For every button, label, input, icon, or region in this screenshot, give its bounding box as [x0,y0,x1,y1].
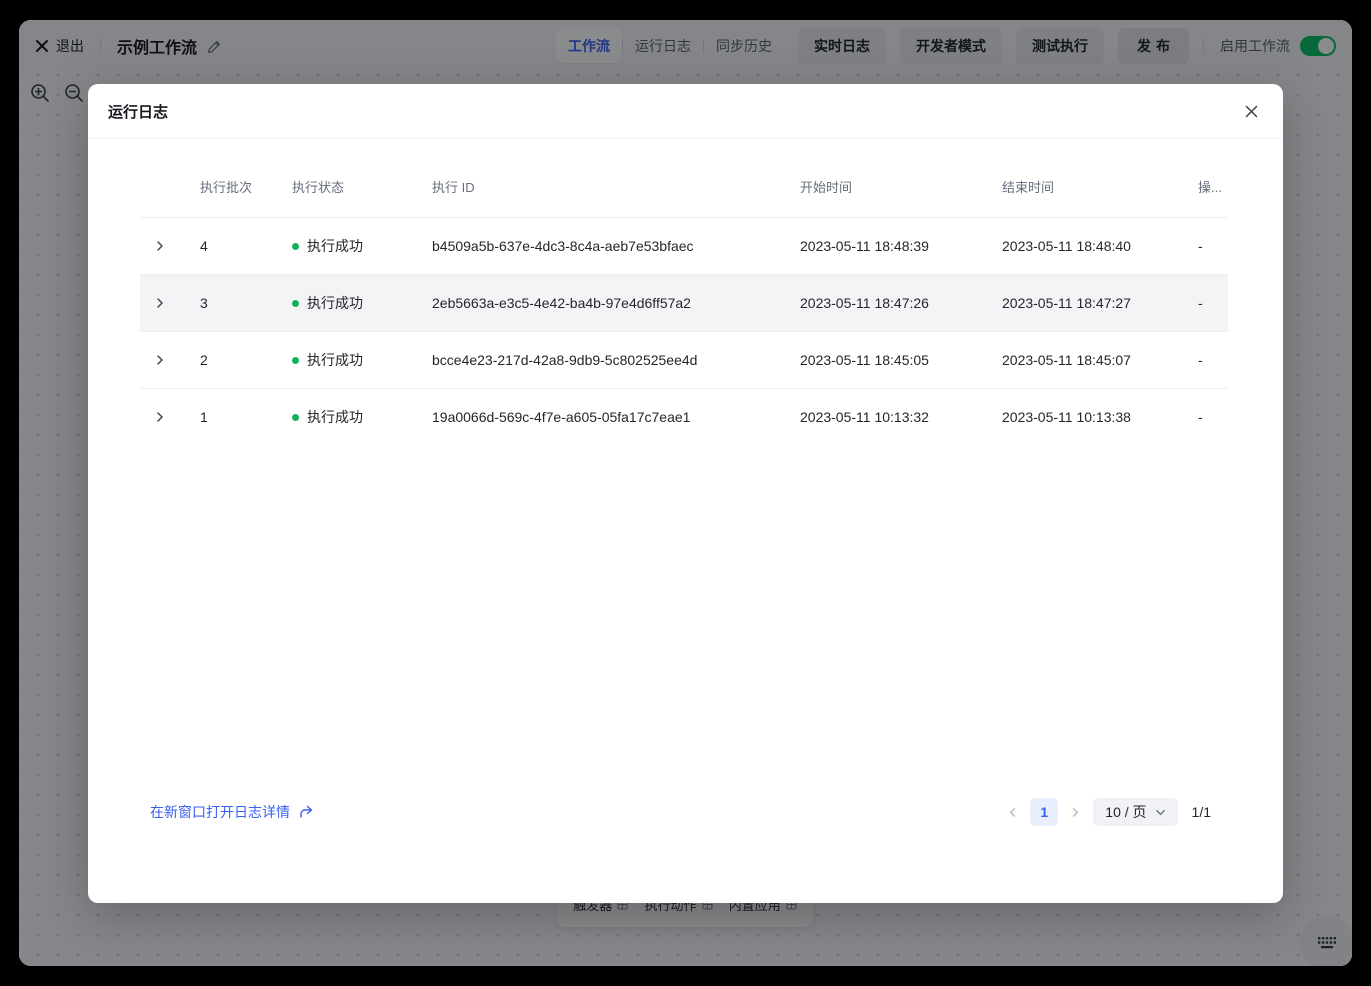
cell-batch: 3 [188,295,280,311]
cell-start-time: 2023-05-11 18:47:26 [788,295,990,311]
modal-close-icon[interactable] [1244,104,1259,119]
table-header-row: 执行批次 执行状态 执行 ID 开始时间 结束时间 操... [140,139,1228,217]
modal-title: 运行日志 [108,101,168,122]
cell-id: bcce4e23-217d-42a8-9db9-5c802525ee4d [420,352,788,368]
page-indicator: 1/1 [1192,804,1211,820]
expand-row-icon[interactable] [154,411,166,423]
cell-status: 执行成功 [280,407,420,427]
modal-footer: 在新窗口打开日志详情 1 10 / 页 1/1 [88,790,1283,834]
prev-page-icon[interactable] [1007,807,1018,818]
open-log-details-link[interactable]: 在新窗口打开日志详情 [150,802,314,822]
column-header-end: 结束时间 [990,177,1186,196]
page-size-label: 10 / 页 [1105,802,1146,822]
page-number-button[interactable]: 1 [1030,798,1058,826]
status-dot-icon [292,414,299,421]
cell-status: 执行成功 [280,236,420,256]
cell-status: 执行成功 [280,350,420,370]
modal-header: 运行日志 [88,84,1283,139]
next-page-icon[interactable] [1070,807,1081,818]
column-header-ops: 操... [1186,177,1228,196]
cell-batch: 1 [188,409,280,425]
expand-row-icon[interactable] [154,297,166,309]
status-dot-icon [292,243,299,250]
table-row[interactable]: 2 执行成功 bcce4e23-217d-42a8-9db9-5c802525e… [140,331,1228,388]
chevron-down-icon [1155,807,1166,818]
cell-id: 19a0066d-569c-4f7e-a605-05fa17c7eae1 [420,409,788,425]
cell-batch: 4 [188,238,280,254]
cell-ops: - [1186,352,1228,368]
pagination: 1 10 / 页 1/1 [1007,798,1211,826]
app-window: 退出 示例工作流 工作流 运行日志 同步历史 实时日志 开发者模式 测试执行 发… [19,20,1352,966]
cell-ops: - [1186,238,1228,254]
cell-status: 执行成功 [280,293,420,313]
cell-ops: - [1186,295,1228,311]
column-header-id: 执行 ID [420,177,788,196]
cell-ops: - [1186,409,1228,425]
run-log-modal: 运行日志 执行批次 执行状态 执行 ID 开始时间 结束时间 操... 4 执行… [88,84,1283,903]
column-header-status: 执行状态 [280,177,420,196]
expand-row-icon[interactable] [154,354,166,366]
cell-end-time: 2023-05-11 18:47:27 [990,295,1186,311]
cell-end-time: 2023-05-11 10:13:38 [990,409,1186,425]
run-log-table: 执行批次 执行状态 执行 ID 开始时间 结束时间 操... 4 执行成功 b4… [140,139,1228,445]
cell-end-time: 2023-05-11 18:48:40 [990,238,1186,254]
table-row[interactable]: 1 执行成功 19a0066d-569c-4f7e-a605-05fa17c7e… [140,388,1228,445]
open-in-new-window-icon [298,804,314,820]
cell-start-time: 2023-05-11 18:48:39 [788,238,990,254]
open-log-details-label: 在新窗口打开日志详情 [150,802,290,822]
cell-id: 2eb5663a-e3c5-4e42-ba4b-97e4d6ff57a2 [420,295,788,311]
cell-batch: 2 [188,352,280,368]
cell-start-time: 2023-05-11 10:13:32 [788,409,990,425]
cell-start-time: 2023-05-11 18:45:05 [788,352,990,368]
status-dot-icon [292,357,299,364]
table-row[interactable]: 3 执行成功 2eb5663a-e3c5-4e42-ba4b-97e4d6ff5… [140,274,1228,331]
page-size-select[interactable]: 10 / 页 [1093,798,1177,826]
column-header-batch: 执行批次 [188,177,280,196]
table-row[interactable]: 4 执行成功 b4509a5b-637e-4dc3-8c4a-aeb7e53bf… [140,217,1228,274]
cell-end-time: 2023-05-11 18:45:07 [990,352,1186,368]
status-dot-icon [292,300,299,307]
expand-row-icon[interactable] [154,240,166,252]
column-header-start: 开始时间 [788,177,990,196]
cell-id: b4509a5b-637e-4dc3-8c4a-aeb7e53bfaec [420,238,788,254]
